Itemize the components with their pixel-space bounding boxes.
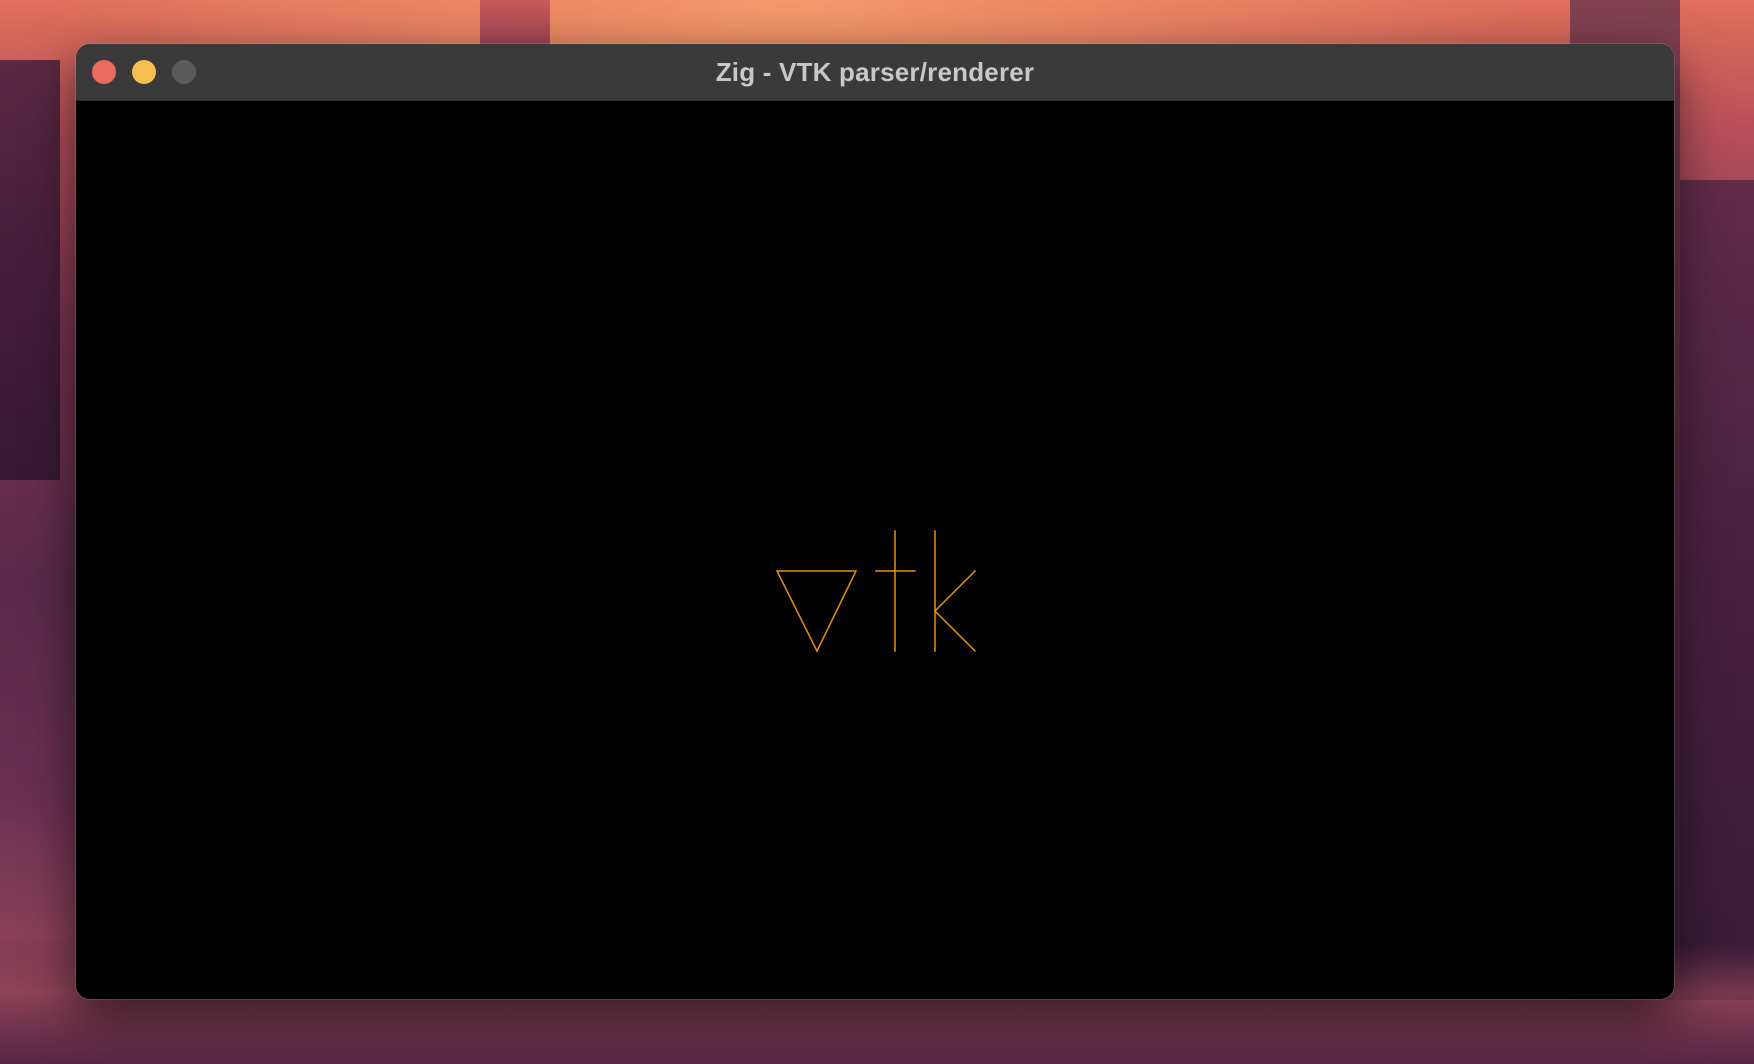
wallpaper-building [0,60,60,480]
app-window: Zig - VTK parser/renderer [76,44,1674,999]
wallpaper-building [1680,180,1754,1000]
render-viewport[interactable] [76,101,1674,999]
title-bar[interactable]: Zig - VTK parser/renderer [76,44,1674,101]
logo-v-triangle [775,570,858,653]
window-title: Zig - VTK parser/renderer [715,57,1035,87]
logo-k-lower-arm [933,609,977,653]
wallpaper-building [480,0,550,44]
logo-k-upper-arm [933,569,977,613]
vtk-logo-wireframe [775,530,977,653]
